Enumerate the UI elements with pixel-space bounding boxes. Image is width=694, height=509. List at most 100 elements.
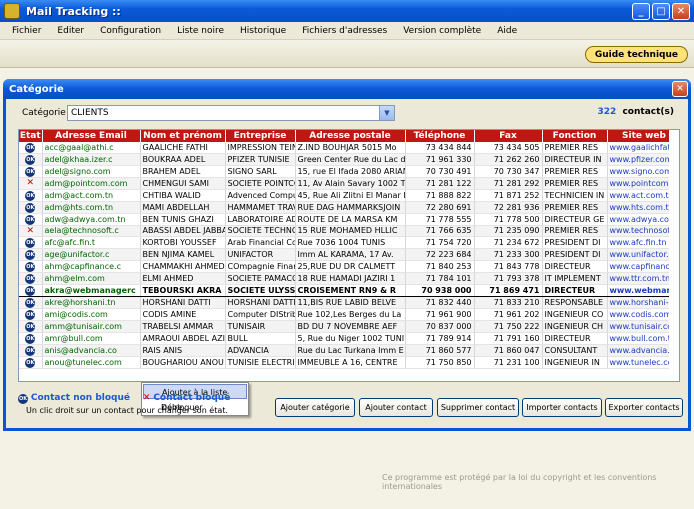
table-row[interactable]: OK adm@hts.com.tn MAMI ABDELLAH HAMMAMET TR…	[19, 201, 679, 214]
cell-email: akre@horshani.tn	[42, 296, 141, 309]
column-header[interactable]: Nom et prénom	[140, 130, 226, 142]
app-icon	[4, 3, 20, 19]
cell-email: ahm@elm.com	[42, 272, 141, 285]
cell-email: amm@tunisair.com	[42, 320, 141, 333]
menu-liste-noire[interactable]: Liste noire	[171, 26, 234, 36]
column-header[interactable]: Fonction	[542, 130, 608, 142]
cell-fax: 71 871 252	[474, 189, 543, 202]
cell-email: anis@advancia.co	[42, 344, 141, 357]
cell-role: PREMIER RES	[542, 201, 608, 214]
cell-name: BRAHEM ADEL	[140, 165, 226, 178]
cell-phone: 71 784 101	[405, 272, 475, 285]
table-row[interactable]: OK akre@horshani.tn HORSHANI DATTI HORSHANI…	[19, 296, 679, 309]
import-contacts-button[interactable]: Importer contacts	[522, 398, 602, 417]
table-row[interactable]: OK anis@advancia.co RAIS ANIS ADVANCIA Rue d…	[19, 344, 679, 357]
menu-fichiers-adresses[interactable]: Fichiers d'adresses	[296, 26, 397, 36]
cell-phone: 70 837 000	[405, 320, 475, 333]
cell-address: CROISEMENT RN9 & R	[295, 284, 406, 297]
close-icon[interactable]: ✕	[672, 3, 690, 20]
table-row[interactable]: OK adm@act.com.tn CHTIBA WALID Advenced Com…	[19, 189, 679, 202]
menu-version-complete[interactable]: Version complète	[397, 26, 491, 36]
state-cell: OK	[19, 344, 43, 357]
table-row[interactable]: OK ami@codis.com CODIS AMINE Computer DIStr…	[19, 308, 679, 321]
column-header[interactable]: Fax	[474, 130, 543, 142]
cell-fax: 71 234 672	[474, 236, 543, 249]
table-row[interactable]: OK acc@gaal@athi.c GAALICHE FATHI IMPRESSIO…	[19, 142, 679, 154]
cell-company: PFIZER TUNISIE	[225, 153, 296, 166]
category-label: Catégorie :	[22, 108, 72, 118]
menu-configuration[interactable]: Configuration	[94, 26, 171, 36]
cell-email: anou@tunelec.com	[42, 356, 141, 369]
state-cell: OK	[19, 332, 43, 345]
cell-name: CHAMMAKHI AHMED	[140, 260, 226, 273]
cell-company: Arab Financial Con	[225, 236, 296, 249]
contact-ok-icon: OK	[25, 322, 36, 332]
category-select[interactable]: CLIENTS ▼	[67, 105, 395, 121]
cell-address: Rue 102,Les Berges du La	[295, 308, 406, 321]
column-header[interactable]: Entreprise	[225, 130, 296, 142]
category-value: CLIENTS	[71, 108, 109, 118]
add-category-button[interactable]: Ajouter catégorie	[275, 398, 355, 417]
table-row[interactable]: ✕ adm@pointcom.com CHMENGUI SAMI SOCIETE PO…	[19, 177, 679, 190]
grid-scrollbar[interactable]	[669, 130, 679, 381]
minimize-icon[interactable]: _	[632, 3, 650, 20]
contacts-table: Etat Adresse Email Nom et prénom Entreprise…	[19, 130, 679, 369]
cell-company: Advenced Computi	[225, 189, 296, 202]
menu-fichier[interactable]: Fichier	[6, 26, 51, 36]
guide-technique-button[interactable]: Guide technique	[584, 46, 688, 63]
delete-contact-button[interactable]: Supprimer contact	[437, 398, 519, 417]
contact-ok-icon: OK	[25, 310, 36, 320]
cell-phone: 71 961 330	[405, 153, 475, 166]
cell-phone: 71 778 555	[405, 213, 475, 226]
contact-ok-icon: OK	[25, 143, 36, 153]
cell-fax: 71 281 292	[474, 177, 543, 190]
cell-phone: 71 961 900	[405, 308, 475, 321]
cell-role: INGENIEUR IN	[542, 356, 608, 369]
cell-fax: 71 235 090	[474, 225, 543, 237]
maximize-icon[interactable]: □	[652, 3, 670, 20]
table-row[interactable]: OK adw@adwya.com.tn BEN TUNIS GHAZI LABORAT…	[19, 213, 679, 226]
cell-name: RAIS ANIS	[140, 344, 226, 357]
cell-fax: 71 262 260	[474, 153, 543, 166]
cell-address: 5, Rue du Niger 1002 TUNI	[295, 332, 406, 345]
cell-company: LABORATOIRE AD	[225, 213, 296, 226]
cell-address: 11, Av Alain Savary 1002 T	[295, 177, 406, 190]
export-contacts-button[interactable]: Exporter contacts	[605, 398, 683, 417]
cell-email: adm@hts.com.tn	[42, 201, 141, 214]
column-header[interactable]: Adresse Email	[42, 130, 141, 142]
menu-aide[interactable]: Aide	[491, 26, 527, 36]
table-row[interactable]: OK amm@tunisair.com TRABELSI AMMAR TUNISAIR…	[19, 320, 679, 333]
table-row[interactable]: OK amr@bull.com AMRAOUI ABDEL AZIZ BULL 5, R…	[19, 332, 679, 345]
cell-role: PREMIER RES	[542, 165, 608, 178]
menu-historique[interactable]: Historique	[234, 26, 296, 36]
cell-role: PREMIER RES	[542, 142, 608, 154]
cell-email: aela@technosoft.c	[42, 225, 141, 237]
menu-editer[interactable]: Editer	[51, 26, 94, 36]
table-row[interactable]: OK ahm@elm.com ELMI AHMED SOCIETE PAMACO 18 …	[19, 272, 679, 285]
table-row[interactable]: OK akra@webmanagerc TEBOURSKI AKRA SOCIETE …	[19, 284, 679, 297]
state-cell: OK	[19, 189, 43, 202]
contact-ok-icon: OK	[25, 190, 36, 200]
cell-company: UNIFACTOR	[225, 248, 296, 261]
cell-name: ELMI AHMED	[140, 272, 226, 285]
table-row[interactable]: OK anou@tunelec.com BOUGHARIOU ANOU TUNISIE…	[19, 356, 679, 369]
table-row[interactable]: ✕ aela@technosoft.c ABASSI ABDEL JABBA SOCI…	[19, 225, 679, 237]
table-row[interactable]: OK ahm@capfinance.c CHAMMAKHI AHMED COmpagn…	[19, 260, 679, 273]
table-row[interactable]: OK afc@afc.fin.t KORTOBI YOUSSEF Arab Finan…	[19, 236, 679, 249]
cell-name: CHMENGUI SAMI	[140, 177, 226, 190]
add-contact-button[interactable]: Ajouter contact	[359, 398, 433, 417]
chevron-down-icon[interactable]: ▼	[379, 106, 394, 120]
state-cell: OK	[19, 201, 43, 214]
table-row[interactable]: OK adel@signo.com BRAHEM ADEL SIGNO SARL 15,…	[19, 165, 679, 178]
cell-name: BEN NJIMA KAMEL	[140, 248, 226, 261]
table-row[interactable]: OK age@unifactor.c BEN NJIMA KAMEL UNIFACTO…	[19, 248, 679, 261]
dialog-close-icon[interactable]: ✕	[672, 81, 688, 97]
state-cell: OK	[19, 153, 43, 166]
column-header[interactable]: Etat	[19, 130, 43, 142]
cell-phone: 71 766 635	[405, 225, 475, 237]
column-header[interactable]: Téléphone	[405, 130, 475, 142]
category-dialog: Catégorie ✕ Catégorie : CLIENTS ▼ 322 co…	[3, 79, 691, 431]
cell-address: RUE DAG HAMMARKSJOIN	[295, 201, 406, 214]
table-row[interactable]: OK adel@khaa.izer.c BOUKRAA ADEL PFIZER TUN…	[19, 153, 679, 166]
column-header[interactable]: Adresse postale	[295, 130, 406, 142]
